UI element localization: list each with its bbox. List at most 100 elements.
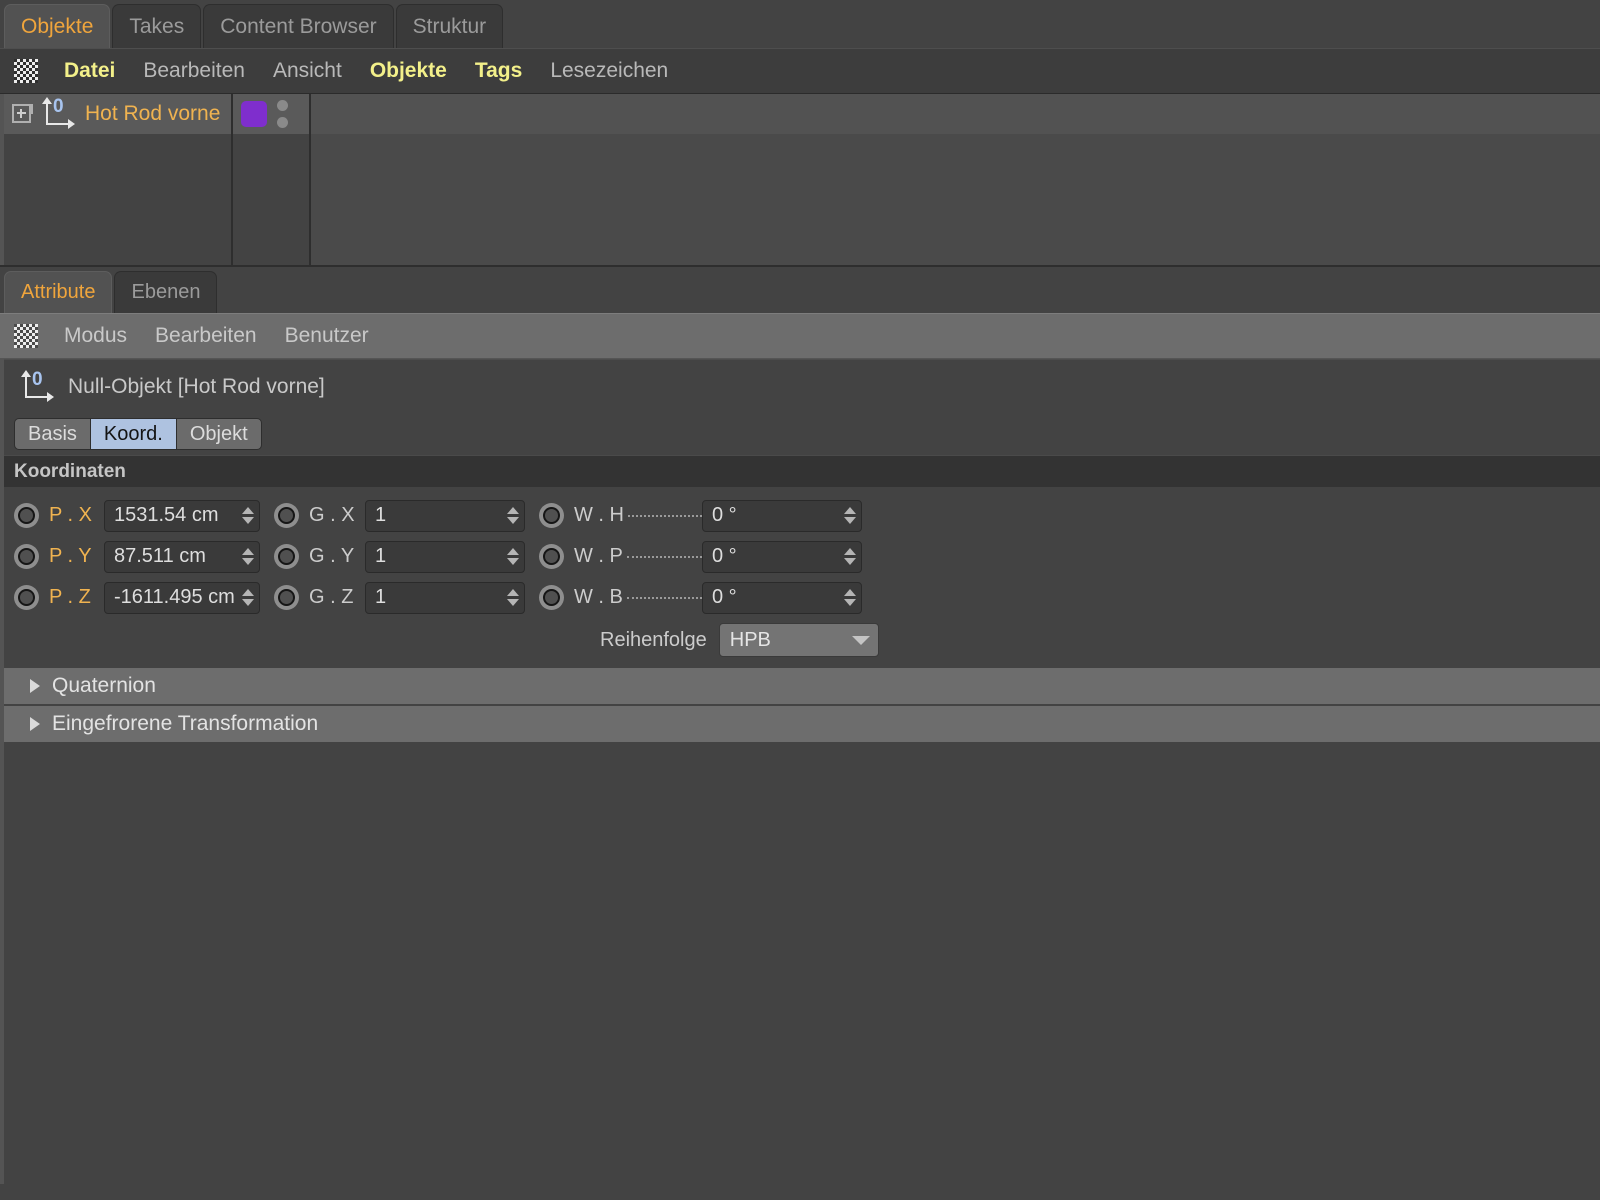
- expand-plus-icon[interactable]: [12, 103, 31, 123]
- table-row[interactable]: 0 Hot Rod vorne: [2, 94, 231, 134]
- null-object-icon: 0: [18, 369, 58, 404]
- scale-x-group: G . X 1: [260, 499, 525, 532]
- menu-objekte[interactable]: Objekte: [356, 55, 461, 87]
- grip-dots-icon[interactable]: [14, 324, 38, 348]
- subtab-basis[interactable]: Basis: [14, 418, 90, 450]
- menu-bearbeiten[interactable]: Bearbeiten: [129, 55, 259, 87]
- object-manager-menubar: Datei Bearbeiten Ansicht Objekte Tags Le…: [0, 48, 1600, 94]
- menu-lesezeichen[interactable]: Lesezeichen: [536, 55, 682, 87]
- attribute-manager-panel: Attribute Ebenen Modus Bearbeiten Benutz…: [0, 267, 1600, 1184]
- menu-tags[interactable]: Tags: [461, 55, 536, 87]
- scale-x-label: G . X: [309, 504, 355, 526]
- position-x-radio[interactable]: [14, 503, 39, 528]
- rotation-b-value: 0 °: [712, 586, 737, 608]
- scale-z-group: G . Z 1: [260, 581, 525, 614]
- menu-ansicht[interactable]: Ansicht: [259, 55, 356, 87]
- attribute-left-rail: [0, 359, 4, 1184]
- editor-visibility-dot-icon[interactable]: [277, 100, 288, 111]
- rotation-b-radio[interactable]: [539, 585, 564, 610]
- leader-dots: [626, 556, 702, 558]
- position-y-group: P . Y 87.511 cm: [0, 540, 260, 573]
- attribute-manager-menubar: Modus Bearbeiten Benutzer: [0, 313, 1600, 359]
- tab-struktur[interactable]: Struktur: [395, 4, 504, 48]
- menu-benutzer[interactable]: Benutzer: [271, 320, 383, 352]
- rotation-order-value: HPB: [729, 628, 771, 651]
- menu-bearbeiten-attr[interactable]: Bearbeiten: [141, 320, 271, 352]
- leader-dots: [628, 515, 702, 517]
- object-manager-panel: 0 Hot Rod vorne: [0, 94, 1600, 267]
- tab-objekte[interactable]: Objekte: [4, 4, 111, 48]
- position-z-stepper[interactable]: [241, 587, 255, 609]
- visibility-dots[interactable]: [277, 100, 288, 128]
- menu-datei[interactable]: Datei: [50, 55, 129, 87]
- scale-y-input[interactable]: 1: [365, 540, 525, 573]
- position-z-group: P . Z -1611.495 cm: [0, 581, 260, 614]
- rotation-h-label: W . H: [574, 504, 702, 527]
- position-z-input[interactable]: -1611.495 cm: [104, 581, 260, 614]
- rotation-p-radio[interactable]: [539, 544, 564, 569]
- rotation-b-input[interactable]: 0 °: [702, 581, 862, 614]
- rotation-h-value: 0 °: [712, 504, 737, 526]
- render-visibility-dot-icon[interactable]: [277, 117, 288, 128]
- rotation-b-group: W . B 0 °: [525, 581, 862, 614]
- scale-z-input[interactable]: 1: [365, 581, 525, 614]
- triangle-right-icon: [30, 717, 40, 731]
- attribute-empty-area: [0, 744, 1600, 1184]
- fold-eingefrorene-transformation[interactable]: Eingefrorene Transformation: [0, 706, 1600, 744]
- fold-quaternion[interactable]: Quaternion: [0, 668, 1600, 706]
- rotation-p-label: W . P: [574, 545, 702, 568]
- position-y-stepper[interactable]: [241, 546, 255, 568]
- position-y-label: P . Y: [49, 545, 92, 567]
- scale-x-value: 1: [375, 504, 387, 526]
- scale-x-radio[interactable]: [274, 503, 299, 528]
- position-x-value: 1531.54 cm: [114, 504, 219, 526]
- tab-objekte-label: Objekte: [21, 14, 94, 38]
- leader-dots: [626, 597, 702, 599]
- scale-z-radio[interactable]: [274, 585, 299, 610]
- object-name[interactable]: Hot Rod vorne: [85, 102, 220, 126]
- object-extra-column: [311, 94, 1600, 265]
- position-x-input[interactable]: 1531.54 cm: [104, 499, 260, 532]
- position-z-label: P . Z: [49, 586, 91, 608]
- scale-y-value: 1: [375, 545, 387, 567]
- position-x-label: P . X: [49, 504, 92, 526]
- tree-line: [31, 103, 33, 114]
- tab-ebenen[interactable]: Ebenen: [114, 271, 218, 313]
- rotation-p-stepper[interactable]: [843, 546, 857, 568]
- position-x-group: P . X 1531.54 cm: [0, 499, 260, 532]
- tab-content-browser[interactable]: Content Browser: [203, 4, 394, 48]
- rotation-b-stepper[interactable]: [843, 587, 857, 609]
- chevron-down-icon: [851, 635, 870, 645]
- tab-takes[interactable]: Takes: [112, 4, 202, 48]
- subtab-objekt[interactable]: Objekt: [175, 418, 262, 450]
- scale-z-stepper[interactable]: [506, 587, 520, 609]
- menu-modus[interactable]: Modus: [50, 320, 141, 352]
- scale-x-stepper[interactable]: [506, 505, 520, 527]
- extra-row: [311, 94, 1600, 134]
- grip-dots-icon[interactable]: [14, 59, 38, 83]
- position-x-stepper[interactable]: [241, 505, 255, 527]
- rotation-h-stepper[interactable]: [843, 505, 857, 527]
- position-y-input[interactable]: 87.511 cm: [104, 540, 260, 573]
- rotation-order-select[interactable]: HPB: [718, 623, 879, 657]
- rotation-h-radio[interactable]: [539, 503, 564, 528]
- tab-attribute[interactable]: Attribute: [4, 271, 113, 313]
- rotation-b-label: W . B: [574, 586, 702, 609]
- scale-x-input[interactable]: 1: [365, 499, 525, 532]
- attribute-manager-tabstrip: Attribute Ebenen: [0, 267, 1600, 313]
- fold-eingefrorene-transformation-label: Eingefrorene Transformation: [52, 712, 319, 735]
- rotation-p-input[interactable]: 0 °: [702, 540, 862, 573]
- position-z-radio[interactable]: [14, 585, 39, 610]
- position-y-radio[interactable]: [14, 544, 39, 569]
- subtab-koord[interactable]: Koord.: [89, 418, 176, 450]
- scale-z-label: G . Z: [309, 586, 354, 608]
- rotation-order-label: Reihenfolge: [600, 628, 707, 651]
- fold-quaternion-label: Quaternion: [52, 674, 156, 697]
- rotation-h-input[interactable]: 0 °: [702, 499, 862, 532]
- scale-y-radio[interactable]: [274, 544, 299, 569]
- layer-color-swatch[interactable]: [241, 101, 267, 127]
- rotation-p-label-text: W . P: [574, 545, 623, 567]
- scale-y-stepper[interactable]: [506, 546, 520, 568]
- position-y-value: 87.511 cm: [114, 545, 206, 567]
- rotation-p-group: W . P 0 °: [525, 540, 862, 573]
